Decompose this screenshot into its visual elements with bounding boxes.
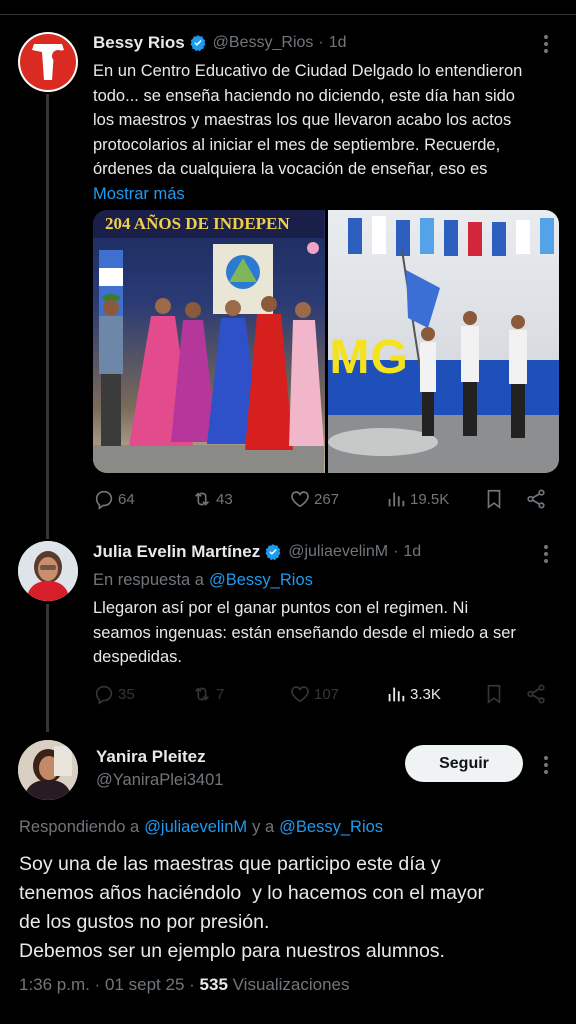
more-options-icon[interactable] [536,33,556,53]
share-icon [527,489,545,509]
separator-dot: · [318,34,324,51]
reply-count: 64 [118,490,135,508]
tweet-line: Soy una de las maestras que participo es… [19,853,441,875]
reply-button[interactable]: 64 [93,488,135,510]
separator-dot: · [393,543,399,560]
reply-icon [95,685,113,705]
repost-button[interactable]: 43 [191,488,233,510]
tweet-actions: 64 43 267 19.5K [93,488,559,512]
bookmark-icon [487,489,501,509]
author-name[interactable]: Yanira Pleitez [96,747,206,767]
thread-connector [46,94,49,539]
verified-badge-icon [190,35,206,52]
like-button[interactable]: 267 [289,488,339,510]
media-grid[interactable]: 204 AÑOS DE INDEPEN MG [93,210,559,473]
avatar-photo [18,740,78,800]
tweet-line: órdenes da cualquiera la vocación de ens… [93,160,488,178]
mention-link[interactable]: @juliaevelinM [144,818,247,837]
heart-icon [291,686,309,703]
follow-button[interactable]: Seguir [405,745,523,782]
avatar-photo [18,541,78,601]
top-divider [0,14,576,15]
like-count: 267 [314,490,340,508]
separator-dot: · [189,975,200,994]
like-button[interactable]: 107 [289,683,339,705]
photo-flag-ceremony[interactable]: MG [327,210,559,473]
views-button[interactable]: 19.5K [385,488,449,510]
bookmark-button[interactable] [483,683,508,705]
avatar[interactable] [18,740,78,800]
tweet-line: despedidas. [93,648,182,666]
share-button[interactable] [525,683,550,705]
verified-badge-icon [265,544,281,561]
bookmark-button[interactable] [483,488,508,510]
reply-button[interactable]: 35 [93,683,135,705]
repost-icon [194,492,210,506]
post-date[interactable]: 01 sept 25 [105,975,184,994]
repost-count: 43 [216,490,233,508]
mg-logo-text: MG [329,331,409,384]
tweet-line: tenemos años haciéndolo y lo hacemos con… [19,882,485,904]
tweet-meta: 1:36 p.m. · 01 sept 25 · 535 Visualizaci… [19,975,350,995]
share-button[interactable] [525,488,550,510]
author-name[interactable]: Julia Evelin Martínez [93,542,260,562]
timestamp[interactable]: 1d [403,543,421,561]
share-icon [527,684,545,704]
reply-context: Respondiendo a @juliaevelinM y a @Bessy_… [19,815,383,839]
tweet-line: protocolarios al iniciar el mes de septi… [93,135,501,154]
repost-count: 7 [216,685,225,703]
reply-count: 35 [118,685,135,703]
views-count: 19.5K [410,490,450,508]
tweet-line: todo... se enseña haciendo no diciendo, … [93,86,515,105]
tweet-line: de los gustos no por presión. [19,911,270,933]
tweet-body: Llegaron así por el ganar puntos con el … [93,596,563,670]
author-handle[interactable]: @juliaevelinM [288,543,388,561]
author-handle[interactable]: @Bessy_Rios [213,34,314,52]
heart-icon [291,491,309,508]
reply-context: En respuesta a @Bessy_Rios [93,568,313,592]
tweet-body: Soy una de las maestras que participo es… [19,850,559,966]
avatar-logo [20,34,76,90]
repost-button[interactable]: 7 [191,683,224,705]
tweet-body: En un Centro Educativo de Ciudad Delgado… [93,59,563,206]
mention-link[interactable]: @Bessy_Rios [279,818,383,837]
photo-teachers-costumes[interactable]: 204 AÑOS DE INDEPEN [93,210,325,473]
replying-and: y a [252,817,275,836]
tweet-line: seamos ingenuas: están enseñando desde e… [93,623,516,642]
reply-prefix: En respuesta a [93,570,204,589]
tweet-line: los maestros y maestras los que llevaron… [93,111,512,129]
show-more-link[interactable]: Mostrar más [93,182,563,207]
more-options-icon[interactable] [536,754,556,774]
author-handle[interactable]: @YaniraPlei3401 [96,771,223,790]
post-time[interactable]: 1:36 p.m. [19,975,90,994]
analytics-icon [388,687,405,702]
bookmark-icon [487,684,501,704]
analytics-icon [388,492,405,507]
views-count: 3.3K [410,685,441,703]
author-name[interactable]: Bessy Rios [93,33,185,53]
views-button[interactable]: 3.3K [385,683,441,705]
repost-icon [194,687,210,701]
avatar[interactable] [18,541,78,601]
replying-prefix: Respondiendo a [19,817,140,836]
reply-icon [95,490,113,510]
views-count: 535 [199,975,228,994]
tweet-line: Llegaron así por el ganar puntos con el … [93,599,469,617]
tweet-line: En un Centro Educativo de Ciudad Delgado… [93,62,523,80]
avatar[interactable] [18,32,78,92]
separator-dot: · [94,975,105,994]
timestamp[interactable]: 1d [329,34,347,52]
like-count: 107 [314,685,340,703]
scene-illustration [93,210,324,473]
more-options-icon[interactable] [536,543,556,563]
views-label: Visualizaciones [232,975,350,994]
mention-link[interactable]: @Bessy_Rios [209,571,313,590]
banner-text: 204 AÑOS DE INDEPEN [105,214,290,233]
tweet-actions: 35 7 107 3.3K [93,683,559,707]
thread-connector [46,604,49,732]
tweet-line: Debemos ser un ejemplo para nuestros alu… [19,940,445,962]
